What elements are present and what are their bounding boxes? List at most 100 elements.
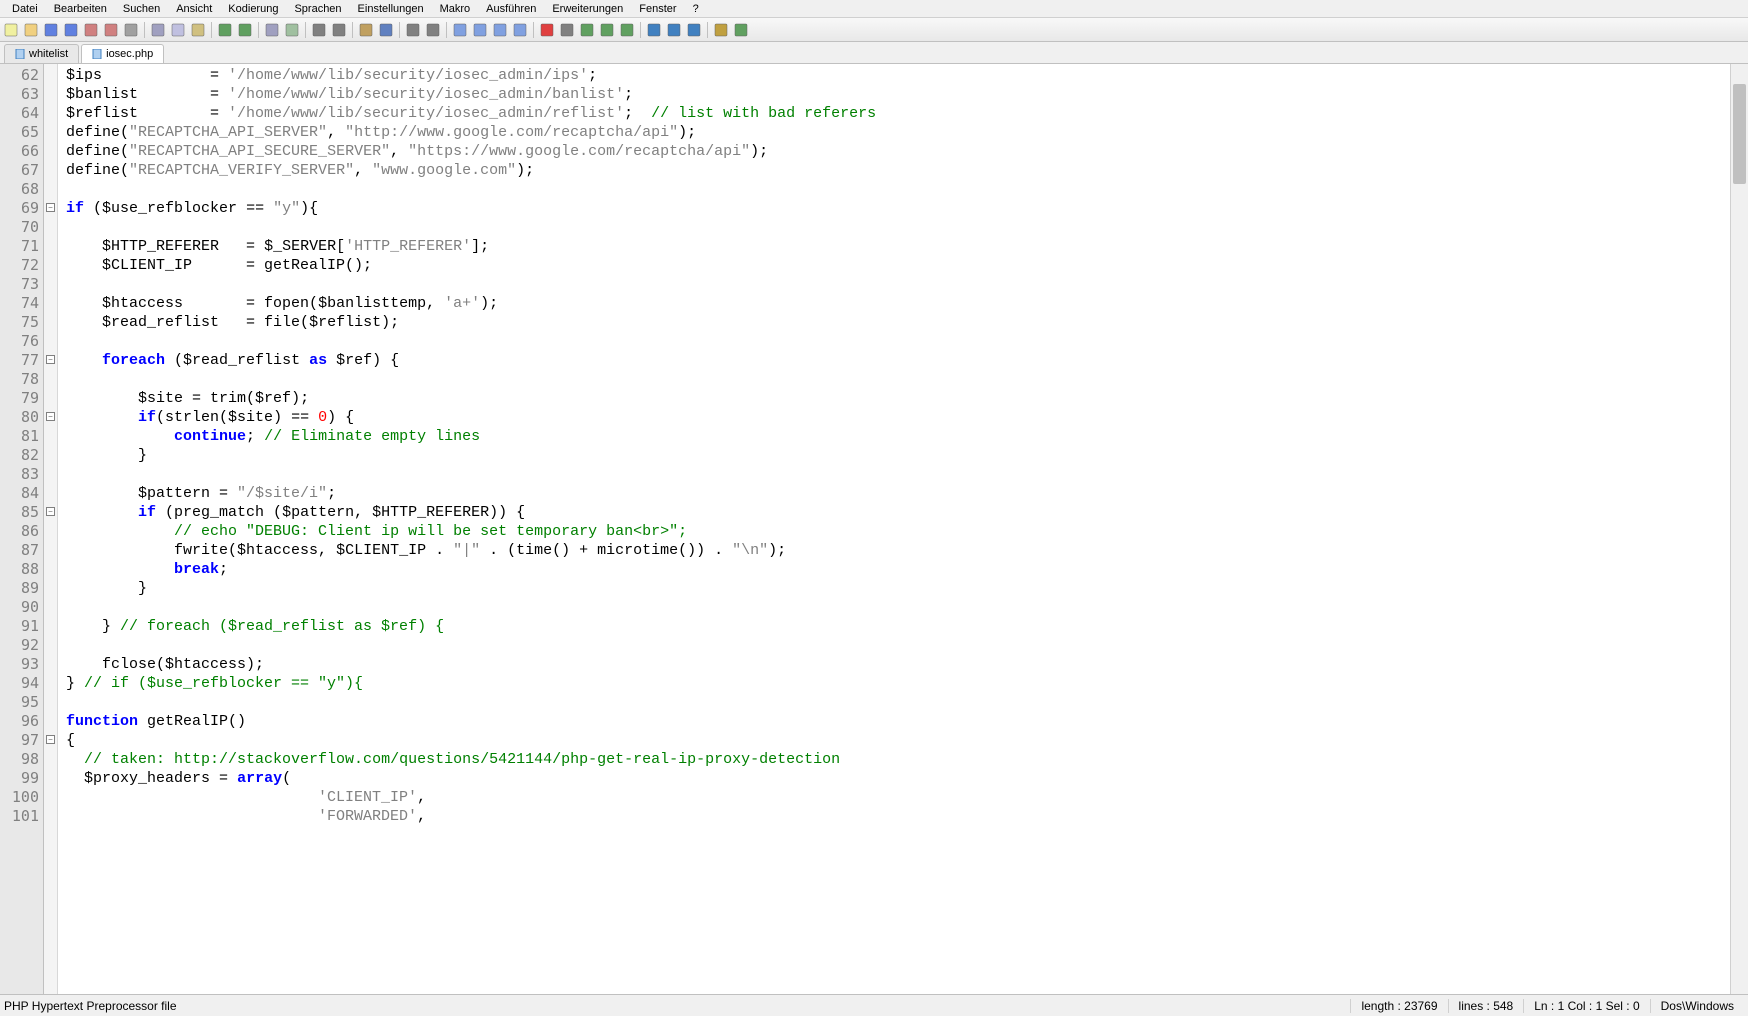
- code-area[interactable]: $ips = '/home/www/lib/security/iosec_adm…: [58, 64, 1730, 994]
- fold4-button[interactable]: [511, 21, 529, 39]
- line-number: 92: [0, 636, 39, 655]
- fold-marker[interactable]: −: [46, 735, 55, 744]
- fold1-button[interactable]: [451, 21, 469, 39]
- fold-column[interactable]: − − − − −: [44, 64, 58, 994]
- closeall-button[interactable]: [102, 21, 120, 39]
- stop-button[interactable]: [558, 21, 576, 39]
- open-button[interactable]: [22, 21, 40, 39]
- plugin1-button[interactable]: [712, 21, 730, 39]
- menu-item[interactable]: Ansicht: [168, 2, 220, 15]
- print-button[interactable]: [122, 21, 140, 39]
- find-button[interactable]: [263, 21, 281, 39]
- redo-button[interactable]: [236, 21, 254, 39]
- fold-marker[interactable]: −: [46, 507, 55, 516]
- code-line: function getRealIP(): [66, 712, 1722, 731]
- playall-button[interactable]: [598, 21, 616, 39]
- fold-marker[interactable]: −: [46, 412, 55, 421]
- menu-item[interactable]: Sprachen: [286, 2, 349, 15]
- code-line: $pattern = "/$site/i";: [66, 484, 1722, 503]
- menu-item[interactable]: ?: [685, 2, 707, 15]
- tab-iosec[interactable]: iosec.php: [81, 44, 164, 63]
- fold-marker[interactable]: −: [46, 355, 55, 364]
- code-line: $htaccess = fopen($banlisttemp, 'a+');: [66, 294, 1722, 313]
- line-number: 80: [0, 408, 39, 427]
- fold3-icon: [493, 23, 507, 37]
- toolbar-separator: [352, 22, 353, 38]
- rec-icon: [540, 23, 554, 37]
- indent-button[interactable]: [404, 21, 422, 39]
- plugin2-button[interactable]: [732, 21, 750, 39]
- replace-button[interactable]: [283, 21, 301, 39]
- menu-item[interactable]: Ausführen: [478, 2, 544, 15]
- menu-item[interactable]: Bearbeiten: [46, 2, 115, 15]
- toolbar-separator: [640, 22, 641, 38]
- macro2-button[interactable]: [665, 21, 683, 39]
- line-number-gutter[interactable]: 6263646566676869707172737475767778798081…: [0, 64, 44, 994]
- line-number: 62: [0, 66, 39, 85]
- tab-whitelist[interactable]: whitelist: [4, 44, 79, 63]
- paste-button[interactable]: [189, 21, 207, 39]
- cut-button[interactable]: [149, 21, 167, 39]
- code-line: if ($use_refblocker == "y"){: [66, 199, 1722, 218]
- wordwrap-icon: [359, 23, 373, 37]
- line-number: 67: [0, 161, 39, 180]
- line-number: 94: [0, 674, 39, 693]
- menu-bar: Datei Bearbeiten Suchen Ansicht Kodierun…: [0, 0, 1748, 18]
- code-line: }: [66, 446, 1722, 465]
- code-line: [66, 636, 1722, 655]
- line-number: 76: [0, 332, 39, 351]
- line-number: 90: [0, 598, 39, 617]
- fold3-button[interactable]: [491, 21, 509, 39]
- status-eol: Dos\Windows: [1650, 999, 1744, 1013]
- menu-item[interactable]: Kodierung: [220, 2, 286, 15]
- zoomin-button[interactable]: [310, 21, 328, 39]
- code-line: $proxy_headers = array(: [66, 769, 1722, 788]
- line-number: 86: [0, 522, 39, 541]
- wordwrap-button[interactable]: [357, 21, 375, 39]
- rec-button[interactable]: [538, 21, 556, 39]
- fold-marker[interactable]: −: [46, 203, 55, 212]
- status-lines: lines : 548: [1448, 999, 1524, 1013]
- new-button[interactable]: [2, 21, 20, 39]
- code-line: continue; // Eliminate empty lines: [66, 427, 1722, 446]
- outdent-button[interactable]: [424, 21, 442, 39]
- stop-icon: [560, 23, 574, 37]
- saveall-icon: [64, 23, 78, 37]
- line-number: 89: [0, 579, 39, 598]
- line-number: 100: [0, 788, 39, 807]
- menu-item[interactable]: Makro: [432, 2, 479, 15]
- new-icon: [4, 23, 18, 37]
- close-button[interactable]: [82, 21, 100, 39]
- menu-item[interactable]: Datei: [4, 2, 46, 15]
- line-number: 70: [0, 218, 39, 237]
- undo-button[interactable]: [216, 21, 234, 39]
- playall-icon: [600, 23, 614, 37]
- fold1-icon: [453, 23, 467, 37]
- macro1-button[interactable]: [645, 21, 663, 39]
- closeall-icon: [104, 23, 118, 37]
- code-line: $HTTP_REFERER = $_SERVER['HTTP_REFERER']…: [66, 237, 1722, 256]
- line-number: 69: [0, 199, 39, 218]
- copy-button[interactable]: [169, 21, 187, 39]
- playmulti-button[interactable]: [618, 21, 636, 39]
- vertical-scrollbar[interactable]: [1730, 64, 1748, 994]
- line-number: 101: [0, 807, 39, 826]
- line-number: 64: [0, 104, 39, 123]
- fold2-button[interactable]: [471, 21, 489, 39]
- menu-item[interactable]: Einstellungen: [350, 2, 432, 15]
- menu-item[interactable]: Erweiterungen: [544, 2, 631, 15]
- toolbar-separator: [305, 22, 306, 38]
- code-line: [66, 598, 1722, 617]
- play-button[interactable]: [578, 21, 596, 39]
- menu-item[interactable]: Fenster: [631, 2, 684, 15]
- scrollbar-thumb[interactable]: [1733, 84, 1746, 184]
- code-line: define("RECAPTCHA_API_SECURE_SERVER", "h…: [66, 142, 1722, 161]
- menu-item[interactable]: Suchen: [115, 2, 168, 15]
- line-number: 84: [0, 484, 39, 503]
- save-button[interactable]: [42, 21, 60, 39]
- zoomout-button[interactable]: [330, 21, 348, 39]
- saveall-button[interactable]: [62, 21, 80, 39]
- toolbar-separator: [211, 22, 212, 38]
- macro3-button[interactable]: [685, 21, 703, 39]
- allchars-button[interactable]: [377, 21, 395, 39]
